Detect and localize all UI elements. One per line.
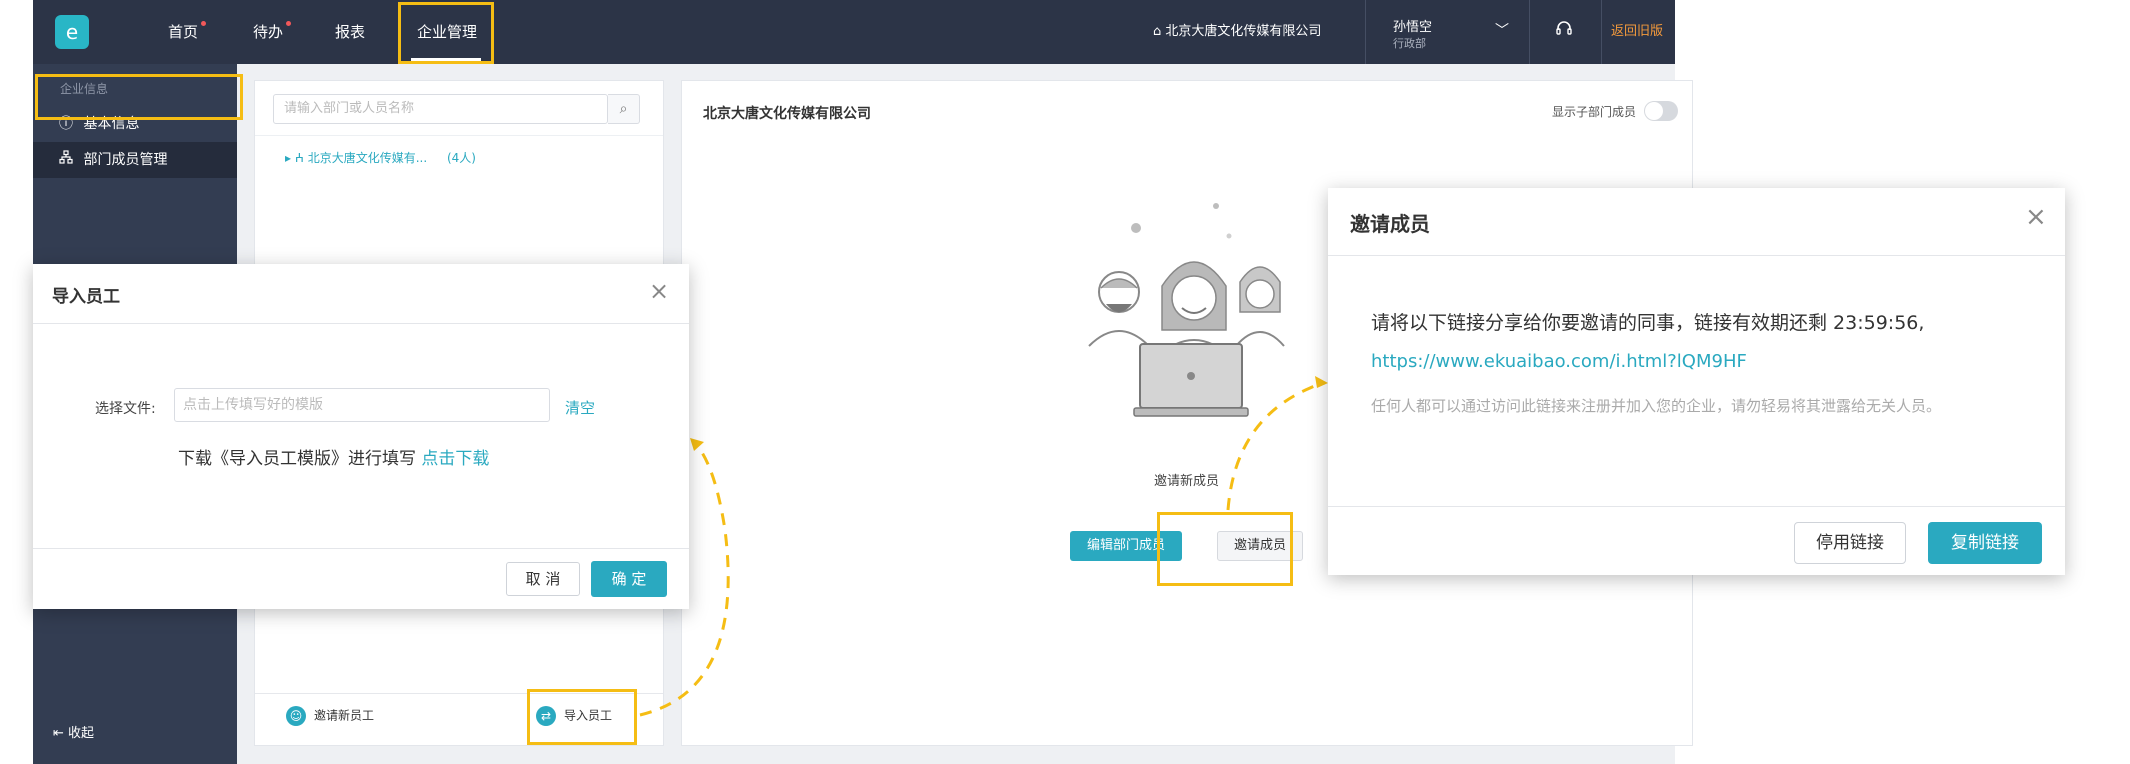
invite-message: 请将以下链接分享给你要邀请的同事，链接有效期还剩 23:59:56,: [1371, 312, 1925, 334]
tree-root-node[interactable]: ▸ ⵄ 北京大唐文化传媒有... (4人): [285, 149, 476, 166]
collapse-label: 收起: [68, 726, 95, 741]
nav-reports-label: 报表: [335, 23, 366, 41]
caret-right-icon: ▸: [285, 151, 295, 165]
nav-reports[interactable]: 报表: [335, 0, 365, 64]
confirm-button[interactable]: 确 定: [591, 561, 667, 597]
notification-dot: [286, 21, 292, 26]
logo-icon[interactable]: e: [55, 15, 89, 49]
copy-link-button[interactable]: 复制链接: [1928, 522, 2042, 564]
download-link[interactable]: 点击下载: [421, 449, 489, 469]
download-text: 下载《导入员工模版》进行填写: [178, 449, 416, 469]
org-svg: [59, 150, 73, 164]
invite-new-staff-button[interactable]: ☺ 邀请新员工: [286, 706, 374, 726]
file-upload-input[interactable]: 点击上传填写好的模版: [174, 388, 550, 422]
nav-todo[interactable]: 待办: [253, 0, 292, 64]
dialog-header: [33, 264, 689, 324]
divider: [1529, 0, 1530, 64]
show-sub-members-label: 显示子部门成员: [1552, 105, 1637, 119]
highlight-box: [1157, 512, 1293, 586]
collapse-icon: ⇤: [53, 726, 69, 741]
download-template-text: 下载《导入员工模版》进行填写 点击下载: [178, 444, 489, 469]
nav-home[interactable]: 首页: [168, 0, 207, 64]
nav-home-label: 首页: [168, 23, 199, 41]
notification-dot: [201, 21, 207, 26]
import-staff-dialog: 导入员工 × 选择文件: 点击上传填写好的模版 清空 下载《导入员工模版》进行填…: [33, 264, 689, 609]
company-name: 北京大唐文化传媒有限公司: [1165, 24, 1322, 39]
collapse-sidebar-button[interactable]: ⇤ 收起: [53, 722, 94, 741]
disable-link-button[interactable]: 停用链接: [1794, 522, 1906, 564]
back-to-old-version-link[interactable]: 返回旧版: [1611, 0, 1663, 64]
sidebar-item-dept-members[interactable]: 部门成员管理: [33, 142, 237, 178]
user-dept: 行政部: [1393, 37, 1426, 50]
divider: [1365, 0, 1366, 64]
invite-new-staff-label: 邀请新员工: [314, 708, 375, 723]
toggle-knob: [1645, 102, 1663, 120]
chevron-down-icon[interactable]: ﹀: [1495, 20, 1509, 40]
invite-members-dialog: 邀请成员 × 请将以下链接分享给你要邀请的同事，链接有效期还剩 23:59:56…: [1328, 188, 2065, 575]
sidebar-item-label: 部门成员管理: [83, 152, 168, 168]
clear-link[interactable]: 清空: [565, 397, 595, 418]
divider: [1601, 0, 1602, 64]
search-icon[interactable]: ⌕: [608, 94, 640, 124]
headset-svg: [1556, 21, 1572, 35]
close-icon[interactable]: ×: [2025, 204, 2047, 230]
search-input[interactable]: 请输入部门或人员名称: [273, 94, 608, 124]
org-icon: ⵄ: [294, 151, 308, 165]
user-name[interactable]: 孙悟空: [1393, 16, 1432, 35]
empty-state-caption: 邀请新成员: [1154, 474, 1220, 489]
page-title: 北京大唐文化传媒有限公司: [703, 106, 871, 122]
tree-node-count: (4人): [446, 151, 476, 165]
dialog-header: [1328, 188, 2065, 256]
empty-state-illustration: [1088, 203, 1285, 417]
headset-icon[interactable]: [1555, 20, 1573, 43]
divider: [255, 135, 663, 136]
close-icon[interactable]: ×: [649, 279, 669, 303]
highlight-box: [398, 2, 494, 64]
dialog-title: 邀请成员: [1350, 212, 1430, 236]
company-switcher[interactable]: ⌂ 北京大唐文化传媒有限公司: [1153, 0, 1321, 64]
file-label: 选择文件:: [95, 401, 156, 417]
tree-node-label: 北京大唐文化传媒有...: [307, 151, 428, 165]
invite-link[interactable]: https://www.ekuaibao.com/i.html?lQM9HF: [1371, 351, 1747, 372]
highlight-box: [527, 689, 637, 745]
dialog-title: 导入员工: [52, 287, 120, 307]
show-sub-members-toggle[interactable]: [1644, 101, 1678, 121]
home-icon: ⌂: [1153, 24, 1166, 39]
cancel-button[interactable]: 取 消: [506, 562, 580, 596]
invite-note: 任何人都可以通过访问此链接来注册并加入您的企业，请勿轻易将其泄露给无关人员。: [1371, 397, 1942, 415]
top-navbar: e 首页 待办 报表 企业管理 ⌂ 北京大唐文化传媒有限公司 孙悟空 行政部 ﹀: [33, 0, 1675, 64]
org-icon: [59, 142, 79, 178]
highlight-box: [35, 74, 243, 120]
user-icon: ☺: [286, 706, 306, 726]
nav-todo-label: 待办: [253, 23, 284, 41]
